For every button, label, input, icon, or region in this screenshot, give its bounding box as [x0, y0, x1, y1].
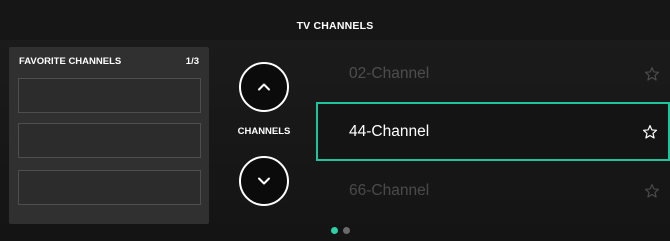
channel-up-button[interactable] — [239, 62, 289, 112]
favorite-slot-1[interactable] — [18, 78, 201, 113]
channel-down-button[interactable] — [239, 156, 289, 206]
favorite-channels-header: FAVORITE CHANNELS 1/3 — [9, 47, 209, 73]
page-title: TV CHANNELS — [296, 20, 374, 32]
channel-row-previous[interactable]: 02-Channel — [316, 44, 670, 103]
tv-channels-screen: TV CHANNELS FAVORITE CHANNELS 1/3 CHANNE… — [0, 0, 670, 241]
channel-row-next[interactable]: 66-Channel — [316, 161, 670, 220]
star-outline-icon[interactable] — [644, 66, 660, 82]
chevron-up-icon — [258, 83, 270, 91]
channel-name: 44-Channel — [349, 122, 430, 140]
favorite-channels-panel: FAVORITE CHANNELS 1/3 — [9, 47, 209, 224]
favorite-channels-count: 1/3 — [185, 56, 199, 67]
star-outline-icon[interactable] — [642, 124, 658, 140]
favorite-slot-2[interactable] — [18, 123, 201, 158]
page-dot-inactive[interactable] — [343, 227, 350, 234]
chevron-down-icon — [258, 177, 270, 185]
channel-name: 02-Channel — [349, 64, 430, 82]
channels-label: CHANNELS — [237, 126, 291, 137]
favorite-slot-3[interactable] — [18, 170, 201, 205]
channel-row-current[interactable]: 44-Channel — [316, 102, 670, 161]
favorite-channels-title: FAVORITE CHANNELS — [19, 56, 122, 67]
page-dot-active[interactable] — [331, 227, 338, 234]
channel-name: 66-Channel — [349, 181, 430, 199]
star-outline-icon[interactable] — [644, 183, 660, 199]
